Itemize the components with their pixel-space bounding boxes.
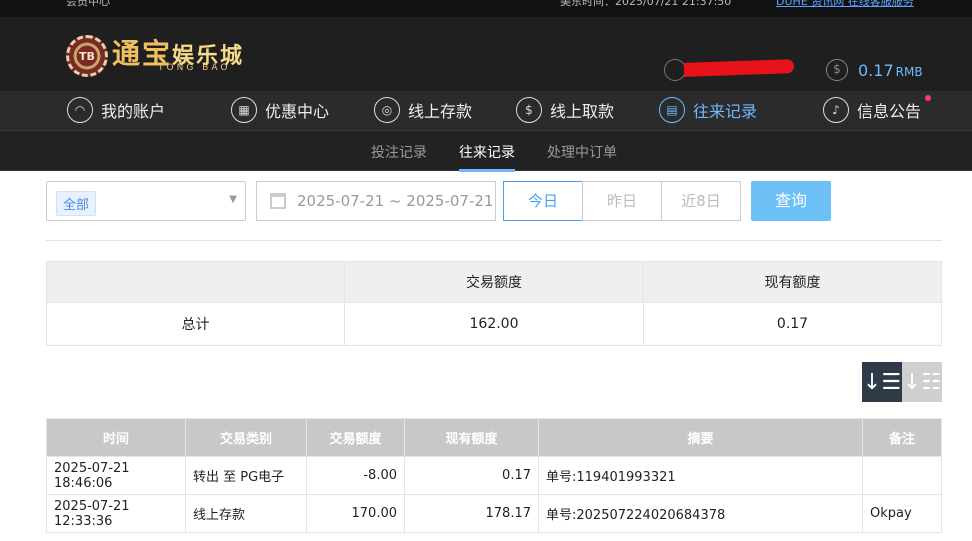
summary-header: 现有额度 xyxy=(643,261,942,303)
main-nav: ◠ 我的账户 ▦ 优惠中心 ◎ 线上存款 $ 线上取款 ▤ 往来记录 ♪ 信息公告 xyxy=(0,91,972,131)
logo-chip-icon: TB xyxy=(66,35,108,77)
site-logo[interactable]: TB 通宝娱乐城 TONG BAO xyxy=(66,35,244,77)
table-row: 2025-07-21 18:46:06 转出 至 PG电子 -8.00 0.17… xyxy=(46,456,942,495)
nav-online-withdraw[interactable]: $ 线上取款 xyxy=(516,97,614,123)
summary-table: 交易额度 现有额度 总计 162.00 0.17 xyxy=(46,261,942,346)
account-balance: 0.17 RMB xyxy=(858,61,923,80)
cell-time: 2025-07-21 12:33:36 xyxy=(46,494,186,533)
user-avatar-icon[interactable] xyxy=(664,59,686,81)
notification-dot xyxy=(925,95,932,101)
top-bar: 会员中心 美东时间：2025/07/21 21:37:50 DUHE 资讯网 在… xyxy=(0,0,972,17)
bell-icon: ♪ xyxy=(823,97,849,123)
nav-online-deposit[interactable]: ◎ 线上存款 xyxy=(374,97,472,123)
divider xyxy=(46,240,942,241)
date-range-input[interactable]: 2025-07-21 ~ 2025-07-21 xyxy=(256,181,496,221)
summary-amount: 162.00 xyxy=(344,302,644,346)
cell-time: 2025-07-21 18:46:06 xyxy=(46,456,186,495)
col-type: 交易类别 xyxy=(185,418,307,457)
sort-desc-icon[interactable]: ↓☰ xyxy=(862,362,902,402)
summary-row: 总计 162.00 0.17 xyxy=(46,302,942,346)
cell-balance: 178.17 xyxy=(404,494,539,533)
cell-type: 转出 至 PG电子 xyxy=(185,456,307,495)
nav-my-account[interactable]: ◠ 我的账户 xyxy=(67,97,165,123)
calendar-icon xyxy=(270,193,286,209)
cell-amount: 170.00 xyxy=(306,494,405,533)
chevron-down-icon: ▼ xyxy=(229,194,237,205)
col-balance: 现有额度 xyxy=(404,418,539,457)
query-button[interactable]: 查询 xyxy=(751,181,831,221)
transaction-type-select[interactable]: 全部 ▼ xyxy=(46,181,246,221)
cell-summary: 单号:119401993321 xyxy=(538,456,863,495)
tab-transaction-records[interactable]: 往来记录 xyxy=(459,142,515,172)
table-row: 2025-07-21 12:33:36 线上存款 170.00 178.17 单… xyxy=(46,494,942,533)
summary-header: 交易额度 xyxy=(344,261,644,303)
nav-transaction-records[interactable]: ▤ 往来记录 xyxy=(659,97,757,123)
cell-summary: 单号:202507224020684378 xyxy=(538,494,863,533)
records-table: 时间 交易类别 交易额度 现有额度 摘要 备注 2025-07-21 18:46… xyxy=(46,418,942,533)
sub-nav: 投注记录 往来记录 处理中订单 xyxy=(0,131,972,172)
deposit-icon: ◎ xyxy=(374,97,400,123)
sort-asc-icon[interactable]: ↓☷ xyxy=(902,362,942,402)
cell-balance: 0.17 xyxy=(404,456,539,495)
record-icon: ▤ xyxy=(659,97,685,123)
server-time: 美东时间：2025/07/21 21:37:50 xyxy=(560,0,732,8)
username-redacted xyxy=(683,59,795,77)
cell-amount: -8.00 xyxy=(306,456,405,495)
col-summary: 摘要 xyxy=(538,418,863,457)
sort-controls: ↓☰ ↓☷ xyxy=(862,362,942,402)
coin-icon: $ xyxy=(826,59,848,81)
summary-header xyxy=(46,261,345,303)
range-last8days-button[interactable]: 近8日 xyxy=(661,181,741,221)
tab-bet-records[interactable]: 投注记录 xyxy=(371,142,427,162)
gift-icon: ▦ xyxy=(231,97,257,123)
nav-promotions[interactable]: ▦ 优惠中心 xyxy=(231,97,329,123)
member-center-link[interactable]: 会员中心 xyxy=(66,0,110,9)
col-amount: 交易额度 xyxy=(306,418,405,457)
summary-label: 总计 xyxy=(46,302,345,346)
nav-announcements[interactable]: ♪ 信息公告 xyxy=(823,95,932,123)
range-yesterday-button[interactable]: 昨日 xyxy=(582,181,662,221)
top-links[interactable]: DUHE 资讯网 在线客服服务 xyxy=(776,0,914,9)
col-remark: 备注 xyxy=(862,418,942,457)
tab-pending-orders[interactable]: 处理中订单 xyxy=(547,142,617,162)
selected-type-tag: 全部 xyxy=(56,191,97,216)
col-time: 时间 xyxy=(46,418,186,457)
range-today-button[interactable]: 今日 xyxy=(503,181,583,221)
cell-type: 线上存款 xyxy=(185,494,307,533)
cell-remark: Okpay xyxy=(862,494,942,533)
site-header: TB 通宝娱乐城 TONG BAO $ 0.17 RMB xyxy=(0,17,972,91)
summary-balance: 0.17 xyxy=(643,302,942,346)
cell-remark xyxy=(862,456,942,495)
user-icon: ◠ xyxy=(67,97,93,123)
withdraw-icon: $ xyxy=(516,97,542,123)
filter-bar: 全部 ▼ 2025-07-21 ~ 2025-07-21 今日 昨日 近8日 查… xyxy=(46,181,942,221)
